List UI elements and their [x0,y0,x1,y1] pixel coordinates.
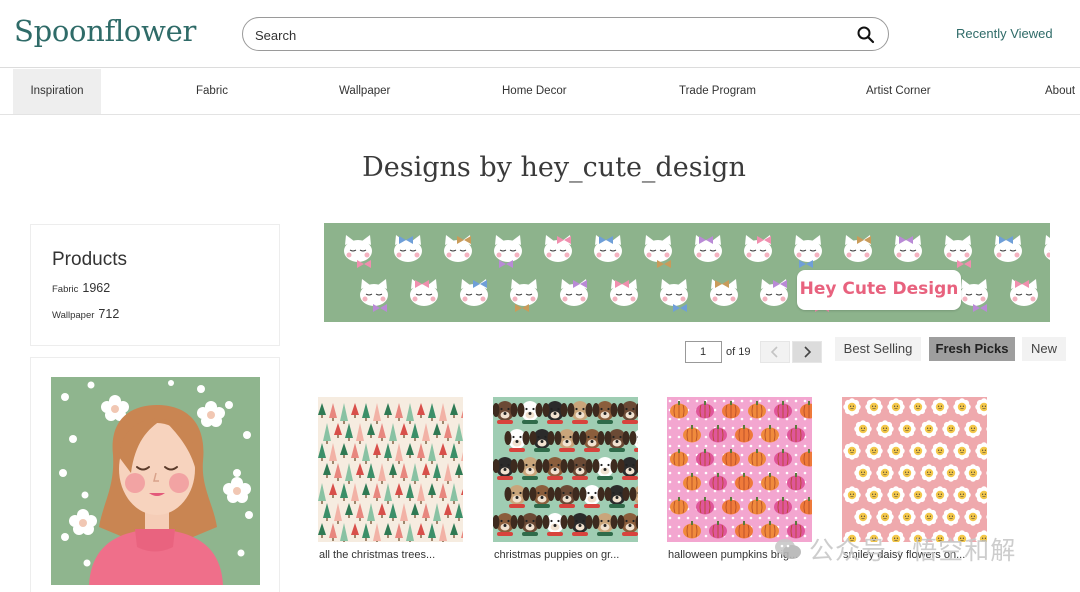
banner-title-badge: Hey Cute Design [797,270,961,310]
search-input[interactable] [255,25,835,45]
sort-best-selling[interactable]: Best Selling [835,337,921,361]
design-thumb-christmas-trees[interactable] [318,397,463,542]
products-wallpaper-count: 712 [98,307,120,321]
page-title: Designs by hey_cute_design [362,152,746,183]
products-heading: Products [52,249,127,270]
nav-inspiration[interactable]: Inspiration [13,69,101,114]
search-bar [242,17,889,51]
christmas-trees-pattern [318,397,463,542]
sort-fresh-picks[interactable]: Fresh Picks [929,337,1015,361]
nav-artist-corner[interactable]: Artist Corner [866,69,931,114]
halloween-pumpkins-pattern [667,397,812,542]
products-fabric-count: 1962 [82,281,111,295]
page-total: of 19 [726,346,751,358]
christmas-puppies-pattern [493,397,638,542]
nav-fabric[interactable]: Fabric [196,69,228,114]
nav-about[interactable]: About [1045,69,1075,114]
nav-trade-program[interactable]: Trade Program [679,69,756,114]
page-number-input[interactable] [685,341,722,363]
sort-new[interactable]: New [1022,337,1066,361]
design-title[interactable]: christmas puppies on gr... [494,549,644,561]
site-header: Spoonflower Recently Viewed [0,0,1080,68]
next-page-button[interactable] [792,341,822,363]
watermark-text: 公众号 · 悟空和解 [809,537,1017,565]
products-fabric-label: Fabric [52,284,79,295]
shop-banner: Hey Cute Design [324,223,1050,322]
smiley-daisy-pattern [842,397,987,542]
artist-avatar [51,377,260,585]
products-wallpaper-label: Wallpaper [52,310,95,321]
design-title[interactable]: all the christmas trees... [319,549,469,561]
design-thumb-christmas-puppies[interactable] [493,397,638,542]
recently-viewed-link[interactable]: Recently Viewed [956,26,1053,41]
nav-wallpaper[interactable]: Wallpaper [339,69,390,114]
design-thumb-smiley-daisy[interactable] [842,397,987,542]
chevron-right-icon [804,346,812,358]
prev-page-button[interactable] [760,341,790,363]
spoonflower-logo[interactable]: Spoonflower [14,14,196,48]
nav-home-decor[interactable]: Home Decor [502,69,567,114]
artist-card [30,357,280,592]
chevron-left-icon [770,346,778,358]
search-icon[interactable] [856,25,876,45]
design-thumb-halloween-pumpkins[interactable] [667,397,812,542]
watermark: 公众号 · 悟空和解 [773,531,1016,567]
main-nav: Inspiration Fabric Wallpaper Home Decor … [0,69,1080,115]
products-fabric-link[interactable]: Fabric 1962 [52,281,110,295]
wechat-icon [775,539,801,559]
products-wallpaper-link[interactable]: Wallpaper 712 [52,307,119,321]
banner-title: Hey Cute Design [799,279,959,299]
products-card: Products Fabric 1962 Wallpaper 712 [30,224,280,346]
